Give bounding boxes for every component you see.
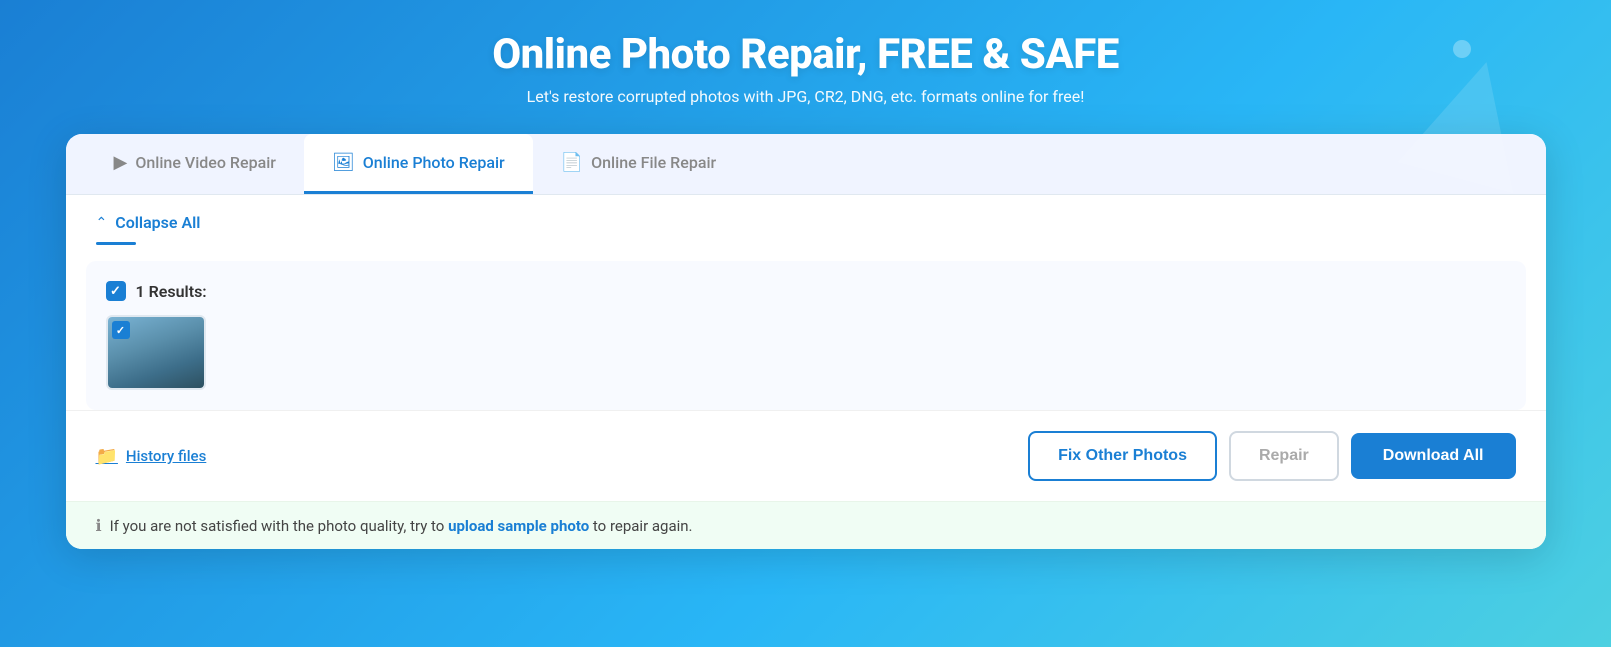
- section-divider: [96, 242, 136, 245]
- bottom-bar: 📁 History files Fix Other Photos Repair …: [66, 410, 1546, 501]
- page-title: Online Photo Repair, FREE & SAFE: [492, 30, 1119, 79]
- photo-icon: 🖼: [332, 152, 355, 173]
- history-files-link[interactable]: 📁 History files: [96, 446, 207, 467]
- action-buttons: Fix Other Photos Repair Download All: [1028, 431, 1515, 481]
- tab-file-repair[interactable]: 📄 Online File Repair: [533, 134, 744, 194]
- results-area: 1 Results:: [86, 261, 1526, 410]
- fix-other-photos-button[interactable]: Fix Other Photos: [1028, 431, 1217, 481]
- repair-button[interactable]: Repair: [1229, 431, 1339, 481]
- card-body: ⌃ Collapse All 1 Results: 📁 History file…: [66, 195, 1546, 549]
- tab-video-repair[interactable]: ▶ Online Video Repair: [86, 134, 304, 194]
- page-subtitle: Let's restore corrupted photos with JPG,…: [492, 87, 1119, 106]
- tab-nav: ▶ Online Video Repair 🖼 Online Photo Rep…: [66, 134, 1546, 195]
- thumb-checkbox[interactable]: [112, 321, 130, 339]
- select-all-checkbox[interactable]: [106, 281, 126, 301]
- collapse-all-button[interactable]: ⌃ Collapse All: [66, 195, 1546, 242]
- folder-icon: 📁: [96, 446, 118, 467]
- page-header: Online Photo Repair, FREE & SAFE Let's r…: [492, 30, 1119, 106]
- chevron-up-icon: ⌃: [96, 215, 108, 231]
- info-icon: ℹ: [96, 516, 102, 535]
- file-icon: 📄: [561, 152, 583, 173]
- video-icon: ▶: [114, 152, 128, 173]
- results-header: 1 Results:: [106, 281, 1506, 301]
- upload-sample-link[interactable]: upload sample photo: [448, 517, 589, 535]
- main-card: ▶ Online Video Repair 🖼 Online Photo Rep…: [66, 134, 1546, 549]
- photo-thumbnail[interactable]: [106, 315, 206, 390]
- info-text: If you are not satisfied with the photo …: [110, 517, 693, 535]
- results-count: 1 Results:: [136, 282, 207, 301]
- info-bar: ℹ If you are not satisfied with the phot…: [66, 501, 1546, 549]
- tab-photo-repair[interactable]: 🖼 Online Photo Repair: [304, 134, 533, 194]
- download-all-button[interactable]: Download All: [1351, 433, 1516, 479]
